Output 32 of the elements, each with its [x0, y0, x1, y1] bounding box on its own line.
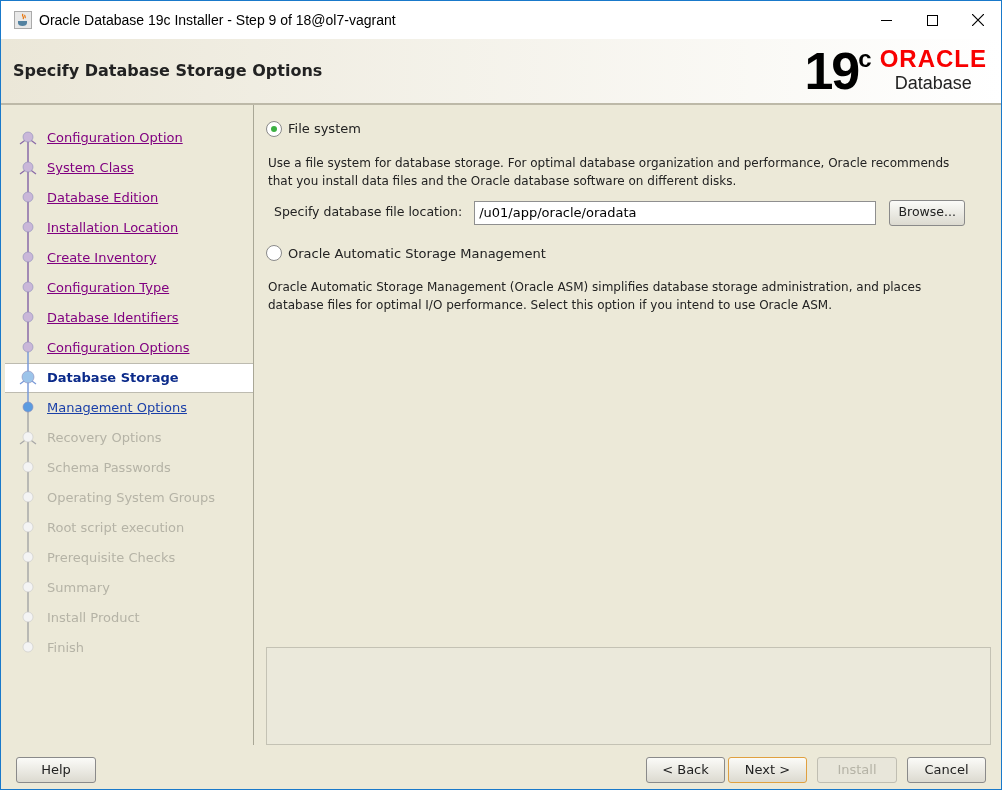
step-link[interactable]: Create Inventory: [47, 248, 157, 268]
radio-label[interactable]: Oracle Automatic Storage Management: [288, 243, 546, 263]
step-link[interactable]: Database Identifiers: [47, 308, 179, 328]
radio-label[interactable]: File system: [288, 119, 361, 139]
maximize-icon: [926, 14, 938, 26]
page-title: Specify Database Storage Options: [13, 60, 323, 82]
field-label: Specify database file location:: [274, 203, 463, 222]
cancel-button[interactable]: Cancel: [907, 757, 986, 783]
option-description: Oracle Automatic Storage Management (Oracle ASM) simplifies database storage administration, and places database files for optimal I/O performance. Select this option if you intend to use Oracle ASM.: [267, 279, 923, 314]
step-link[interactable]: Management Options: [47, 398, 187, 418]
window-title: Oracle Database 19c Installer - Step 9 of 18@ol7-vagrant: [39, 10, 396, 30]
option-description: Use a file system for database storage. For optimal database organization and performance, Oracle recommends that you install data files and the Oracle database software on different disks.: [267, 154, 951, 190]
step-link[interactable]: Installation Location: [47, 218, 179, 238]
step-link[interactable]: Configuration Option: [47, 128, 183, 148]
browse-button[interactable]: Browse...: [889, 199, 966, 226]
step-link[interactable]: Database Edition: [47, 188, 159, 208]
location-field[interactable]: /u01/app/oracle/oradata: [474, 200, 877, 225]
next-button[interactable]: Next >: [728, 757, 807, 783]
step-link[interactable]: Configuration Type: [47, 278, 170, 298]
logo-product: Database: [894, 72, 972, 95]
step-link[interactable]: Configuration Options: [47, 338, 190, 358]
minimize-icon: [880, 19, 892, 21]
help-button[interactable]: Help: [16, 757, 96, 783]
logo-brand: ORACLE: [879, 47, 987, 71]
logo-version: 19: [804, 47, 859, 95]
step-link[interactable]: System Class: [47, 158, 134, 178]
java-cup-icon: [14, 11, 32, 29]
back-button[interactable]: < Back: [646, 757, 725, 783]
radio-button[interactable]: [266, 120, 282, 137]
close-icon: [972, 14, 984, 26]
radio-button[interactable]: [266, 245, 282, 262]
logo-superscript: c: [858, 47, 872, 71]
